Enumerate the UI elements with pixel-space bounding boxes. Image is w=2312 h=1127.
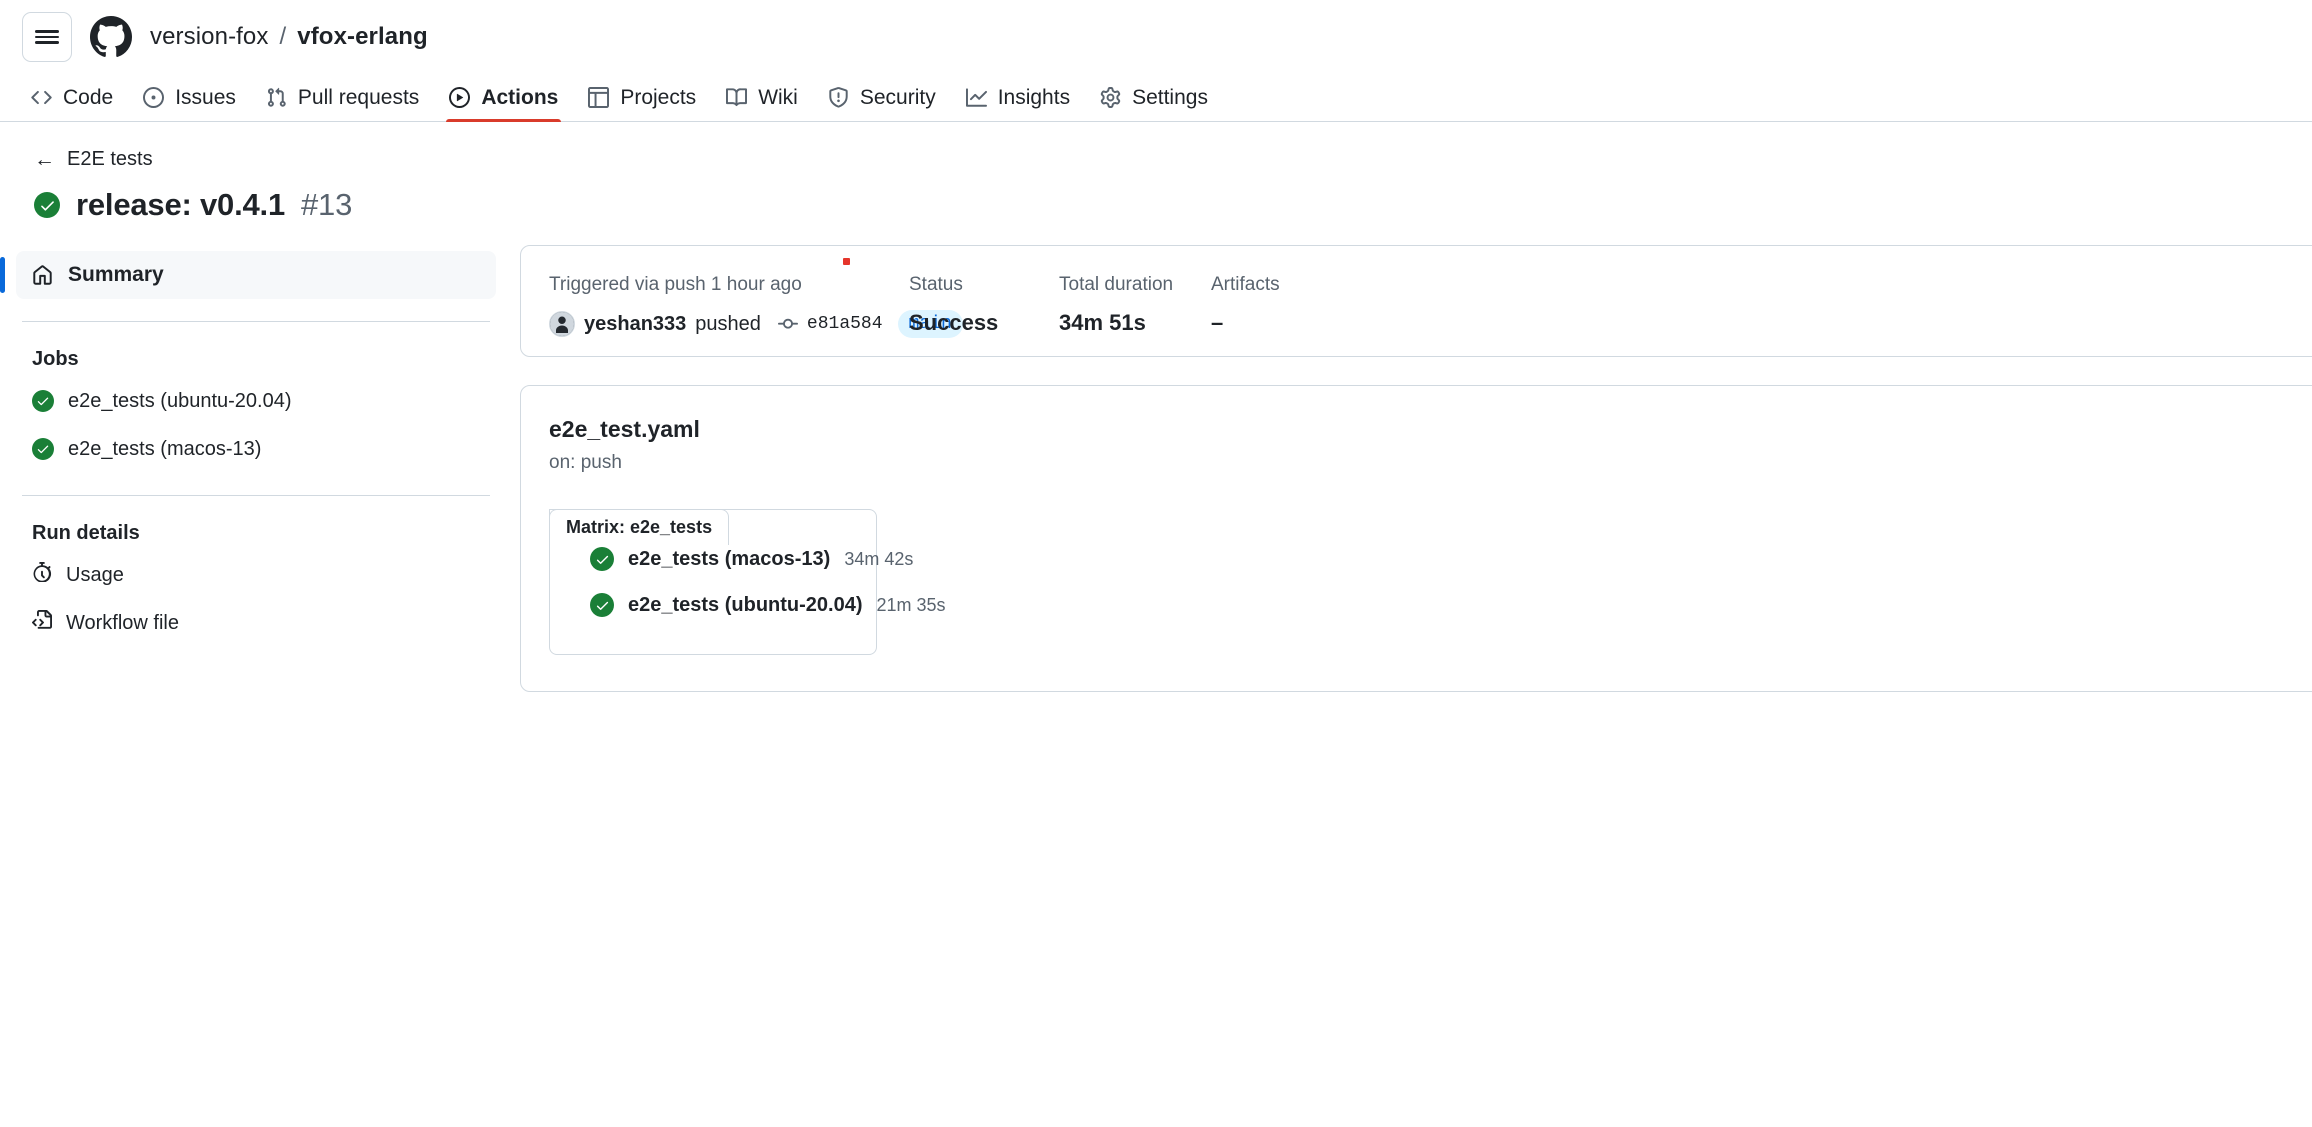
artifacts-column: Artifacts – xyxy=(1211,274,1361,336)
page-body: Summary Jobs e2e_tests (ubuntu-20.04) e2… xyxy=(0,223,2312,692)
trigger-label: Triggered via push 1 hour ago xyxy=(549,274,802,295)
trigger-detail: yeshan333 pushed e81a584 main xyxy=(549,310,963,338)
run-sidebar: Summary Jobs e2e_tests (ubuntu-20.04) e2… xyxy=(0,223,520,647)
repo-nav-tabs: Code Issues Pull requests Actions Projec… xyxy=(0,74,2312,122)
matrix-group-label[interactable]: Matrix: e2e_tests xyxy=(549,509,730,545)
table-icon xyxy=(588,87,610,108)
duration-value: 34m 51s xyxy=(1059,310,1146,335)
graph-icon xyxy=(965,87,987,108)
matrix-group: Matrix: e2e_tests e2e_tests (macos-13) 3… xyxy=(549,509,946,655)
check-circle-icon xyxy=(32,438,54,460)
back-to-workflow-link[interactable]: ← E2E tests xyxy=(34,148,153,171)
page-title: release: v0.4.1 #13 xyxy=(34,187,2312,223)
sidebar-job-ubuntu-label: e2e_tests (ubuntu-20.04) xyxy=(68,389,292,412)
breadcrumb-separator: / xyxy=(279,23,287,50)
sidebar-item-summary[interactable]: Summary xyxy=(0,251,496,299)
sidebar-jobs-heading: Jobs xyxy=(32,348,79,370)
run-number: #13 xyxy=(301,187,353,222)
stopwatch-icon xyxy=(32,562,52,588)
duration-column: Total duration 34m 51s xyxy=(1059,274,1211,336)
hamburger-menu-button[interactable] xyxy=(22,12,72,62)
tab-security[interactable]: Security xyxy=(813,74,951,121)
check-circle-icon xyxy=(32,390,54,412)
workflow-graph-card: e2e_test.yaml on: push Matrix: e2e_tests… xyxy=(520,385,2312,692)
breadcrumb-owner[interactable]: version-fox xyxy=(150,23,268,51)
matrix-job-macos-duration: 34m 42s xyxy=(844,548,914,569)
sidebar-job-ubuntu[interactable]: e2e_tests (ubuntu-20.04) xyxy=(16,377,496,425)
tab-projects[interactable]: Projects xyxy=(573,74,711,121)
check-circle-icon xyxy=(590,547,614,571)
github-logo-icon[interactable] xyxy=(90,16,132,58)
play-icon xyxy=(449,87,471,108)
home-icon xyxy=(32,264,53,286)
tab-wiki-label: Wiki xyxy=(758,85,798,109)
tab-code-label: Code xyxy=(63,85,114,109)
sidebar-item-usage-label: Usage xyxy=(66,563,124,586)
duration-label: Total duration xyxy=(1059,274,1174,295)
tab-issues-label: Issues xyxy=(175,85,236,109)
shield-icon xyxy=(828,87,849,108)
commit-sha[interactable]: e81a584 xyxy=(807,314,883,334)
hamburger-icon xyxy=(35,27,59,47)
tab-actions[interactable]: Actions xyxy=(434,74,573,122)
tab-actions-label: Actions xyxy=(481,85,559,109)
tab-settings[interactable]: Settings xyxy=(1085,74,1223,121)
matrix-job-ubuntu-name: e2e_tests (ubuntu-20.04) xyxy=(628,593,863,616)
run-header: ← E2E tests release: v0.4.1 #13 xyxy=(0,122,2312,223)
matrix-job-ubuntu[interactable]: e2e_tests (ubuntu-20.04) 21m 35s xyxy=(550,582,946,628)
tab-code[interactable]: Code xyxy=(16,74,128,121)
trigger-column: Triggered via push 1 hour ago yeshan333 … xyxy=(549,274,963,338)
tab-wiki[interactable]: Wiki xyxy=(711,74,813,121)
status-label: Status xyxy=(909,274,963,295)
workflow-trigger-event: on: push xyxy=(549,452,622,473)
tab-issues[interactable]: Issues xyxy=(128,74,251,121)
tab-pull-requests-label: Pull requests xyxy=(297,85,420,109)
run-title-text: release: v0.4.1 xyxy=(76,187,286,222)
git-pull-request-icon xyxy=(266,87,287,108)
file-code-icon xyxy=(32,610,52,636)
issue-opened-icon xyxy=(143,87,165,108)
cursor-marker xyxy=(843,258,850,265)
breadcrumb-repo[interactable]: vfox-erlang xyxy=(297,23,427,51)
arrow-left-icon: ← xyxy=(34,148,55,171)
status-column: Status Success xyxy=(909,274,1059,336)
sidebar-item-summary-label: Summary xyxy=(68,263,164,286)
tab-projects-label: Projects xyxy=(620,85,697,109)
sidebar-job-macos-label: e2e_tests (macos-13) xyxy=(68,437,262,460)
app-header: version-fox / vfox-erlang xyxy=(0,0,2312,74)
check-circle-icon xyxy=(590,593,614,617)
tab-insights-label: Insights xyxy=(997,85,1071,109)
tab-pull-requests[interactable]: Pull requests xyxy=(251,74,434,121)
code-icon xyxy=(31,87,52,108)
tab-security-label: Security xyxy=(859,85,936,109)
run-main-content: Triggered via push 1 hour ago yeshan333 … xyxy=(520,223,2312,692)
tab-insights[interactable]: Insights xyxy=(951,74,1085,121)
matrix-job-ubuntu-duration: 21m 35s xyxy=(876,594,946,615)
tab-settings-label: Settings xyxy=(1132,85,1208,109)
status-value: Success xyxy=(909,310,999,335)
artifacts-value: – xyxy=(1211,310,1224,335)
git-commit-icon xyxy=(777,314,798,334)
sidebar-run-details-heading: Run details xyxy=(32,522,140,544)
actor-name[interactable]: yeshan333 xyxy=(584,313,686,336)
sidebar-item-workflow-file[interactable]: Workflow file xyxy=(16,599,496,647)
matrix-job-macos-name: e2e_tests (macos-13) xyxy=(628,547,831,570)
sidebar-item-workflow-file-label: Workflow file xyxy=(66,611,179,634)
artifacts-label: Artifacts xyxy=(1211,274,1280,295)
run-summary-card: Triggered via push 1 hour ago yeshan333 … xyxy=(520,245,2312,357)
trigger-action: pushed xyxy=(695,312,761,335)
gear-icon xyxy=(1100,87,1121,108)
workflow-file-name: e2e_test.yaml xyxy=(549,416,700,442)
breadcrumb: version-fox / vfox-erlang xyxy=(150,23,428,51)
check-circle-icon xyxy=(34,192,60,218)
book-icon xyxy=(726,87,748,108)
sidebar-job-macos[interactable]: e2e_tests (macos-13) xyxy=(16,425,496,473)
avatar[interactable] xyxy=(549,311,575,337)
back-link-label: E2E tests xyxy=(67,148,153,170)
sidebar-item-usage[interactable]: Usage xyxy=(16,551,496,599)
